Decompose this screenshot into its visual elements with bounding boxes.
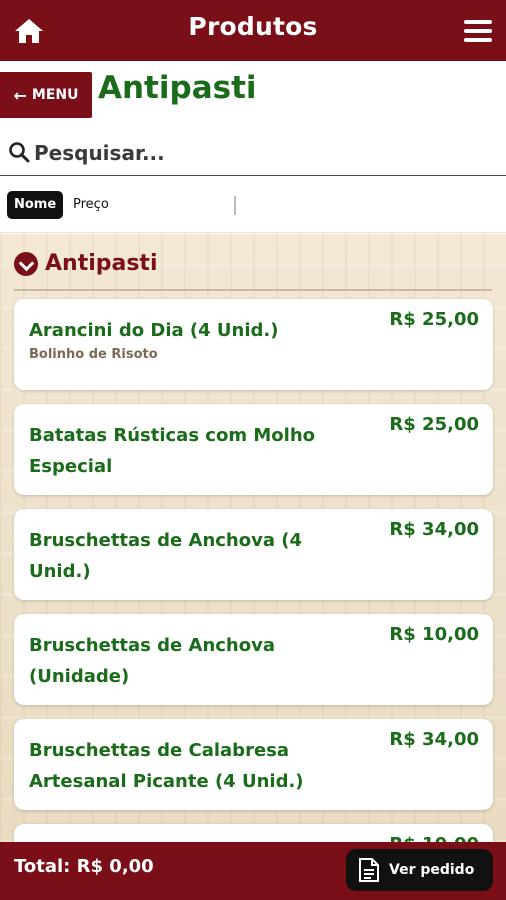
search-input[interactable] <box>34 138 494 168</box>
product-card[interactable]: Batatas Rústicas com Molho Especial R$ 2… <box>14 404 493 495</box>
document-icon <box>359 858 379 882</box>
page-header-title: Produtos <box>188 12 318 41</box>
order-total: Total: R$ 0,00 <box>14 856 154 877</box>
page-title: Antipasti <box>98 70 257 106</box>
search-icon <box>9 142 30 163</box>
menu-button-label: MENU <box>31 87 79 103</box>
product-card[interactable]: Bruschettas de Anchova (Unidade) R$ 10,0… <box>14 614 493 705</box>
product-card[interactable]: Bruschettas de Anchova (4 Unid.) R$ 34,0… <box>14 509 493 600</box>
arrow-left-icon: ← <box>13 85 27 105</box>
product-card[interactable]: R$ 10,00 <box>14 824 493 842</box>
sort-divider <box>234 196 236 215</box>
top-bar: Produtos <box>0 0 506 61</box>
product-name: Bruschettas de Anchova (4 Unid.) <box>29 530 303 582</box>
product-price: R$ 10,00 <box>389 834 479 842</box>
view-order-label: Ver pedido <box>389 862 475 878</box>
product-card[interactable]: Bruschettas de Calabresa Artesanal Pican… <box>14 719 493 810</box>
section-divider <box>14 289 492 291</box>
product-card[interactable]: Arancini do Dia (4 Unid.) Bolinho de Ris… <box>14 299 493 390</box>
product-price: R$ 34,00 <box>389 729 479 750</box>
product-name: Bruschettas de Calabresa Artesanal Pican… <box>29 740 304 792</box>
product-name: Arancini do Dia (4 Unid.) <box>29 320 279 341</box>
product-price: R$ 10,00 <box>389 624 479 645</box>
section-header[interactable]: Antipasti <box>14 251 158 276</box>
view-order-button[interactable]: Ver pedido <box>346 849 493 891</box>
product-price: R$ 25,00 <box>389 309 479 330</box>
sort-by-name-button[interactable]: Nome <box>7 191 64 219</box>
product-list[interactable]: Antipasti Arancini do Dia (4 Unid.) Boli… <box>0 234 506 842</box>
product-price: R$ 34,00 <box>389 519 479 540</box>
product-name: Bruschettas de Anchova (Unidade) <box>29 635 275 687</box>
hamburger-icon[interactable] <box>464 20 492 42</box>
chevron-down-icon <box>14 251 38 276</box>
section-title: Antipasti <box>45 251 158 276</box>
search-bar <box>0 130 506 176</box>
sort-by-price-button[interactable]: Preço <box>73 197 109 212</box>
product-price: R$ 25,00 <box>389 414 479 435</box>
product-description: Bolinho de Risoto <box>29 347 158 362</box>
product-name: Batatas Rústicas com Molho Especial <box>29 425 315 477</box>
back-to-menu-button[interactable]: ← MENU <box>0 72 92 118</box>
